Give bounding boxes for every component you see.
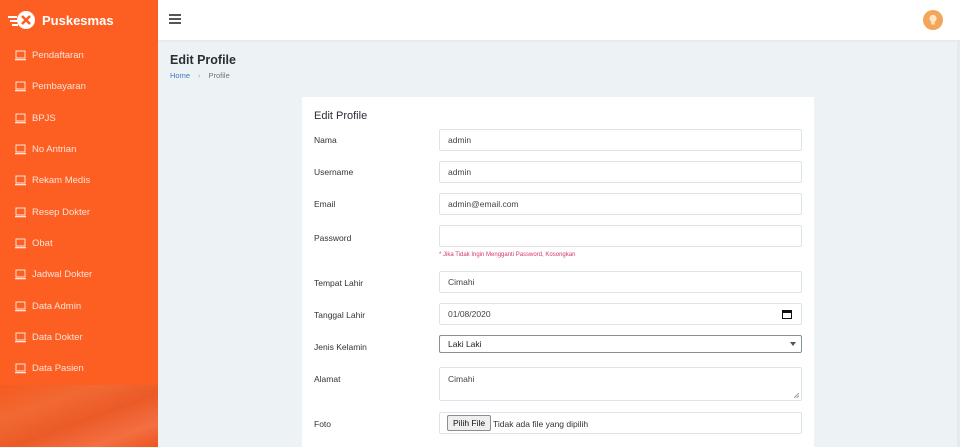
username-label: Username	[314, 167, 354, 177]
sidebar-item-label: Pendaftaran	[32, 50, 84, 62]
sidebar-item-label: Rekam Medis	[32, 175, 91, 187]
email-input[interactable]: admin@email.com	[439, 193, 802, 215]
sidebar: Puskesmas Pendaftaran Pembayaran BPJS No…	[0, 0, 158, 447]
sidebar-item-label: Resep Dokter	[32, 206, 91, 218]
monitor-icon	[15, 332, 26, 343]
sidebar-item-rekam-medis[interactable]: Rekam Medis	[0, 165, 158, 196]
breadcrumb-separator-icon: ›	[198, 71, 201, 80]
jenis-kelamin-label: Jenis Kelamin	[314, 342, 367, 352]
password-hint: * Jika Tidak Ingin Mengganti Password, K…	[439, 252, 576, 258]
brand[interactable]: Puskesmas	[0, 0, 158, 40]
sidebar-item-pembayaran[interactable]: Pembayaran	[0, 71, 158, 102]
sidebar-item-jadwal-dokter[interactable]: Jadwal Dokter	[0, 259, 158, 290]
sidebar-item-label: Data Dokter	[32, 331, 83, 343]
sidebar-item-obat[interactable]: Obat	[0, 228, 158, 259]
monitor-icon	[15, 144, 26, 155]
tempat-lahir-input[interactable]: Cimahi	[439, 271, 802, 293]
menu-toggle-icon[interactable]	[169, 14, 181, 24]
alamat-textarea[interactable]: Cimahi	[439, 367, 802, 401]
sidebar-item-label: BPJS	[32, 112, 56, 124]
alamat-value: Cimahi	[448, 374, 475, 384]
email-label: Email	[314, 199, 336, 209]
chevron-down-icon	[790, 342, 796, 346]
logo-icon	[8, 11, 35, 29]
avatar[interactable]	[923, 10, 943, 30]
topbar	[158, 0, 960, 40]
sidebar-item-data-pasien[interactable]: Data Pasien	[0, 353, 158, 384]
monitor-icon	[15, 113, 26, 124]
monitor-icon	[15, 238, 26, 249]
foto-label: Foto	[314, 419, 332, 429]
sidebar-item-label: Data Admin	[32, 300, 82, 312]
lightbulb-icon	[929, 14, 937, 25]
resize-handle-icon[interactable]	[794, 393, 799, 398]
sidebar-item-pendaftaran[interactable]: Pendaftaran	[0, 40, 158, 71]
nama-label: Nama	[314, 135, 337, 145]
sidebar-item-no-antrian[interactable]: No Antrian	[0, 134, 158, 165]
sidebar-item-label: No Antrian	[32, 144, 77, 156]
monitor-icon	[15, 363, 26, 374]
calendar-icon[interactable]	[782, 309, 792, 319]
sidebar-item-data-admin[interactable]: Data Admin	[0, 290, 158, 321]
choose-file-button[interactable]: Pilih File	[447, 415, 492, 431]
jenis-kelamin-select[interactable]: Laki Laki	[439, 335, 802, 353]
monitor-icon	[15, 269, 26, 280]
password-input[interactable]	[439, 225, 802, 247]
nama-input[interactable]: admin	[439, 129, 802, 151]
sidebar-item-label: Jadwal Dokter	[32, 269, 93, 281]
sidebar-item-label: Data Pasien	[32, 363, 84, 375]
sidebar-item-resep-dokter[interactable]: Resep Dokter	[0, 196, 158, 227]
card-title: Edit Profile	[314, 110, 368, 122]
sidebar-item-data-dokter[interactable]: Data Dokter	[0, 322, 158, 353]
username-input[interactable]: admin	[439, 161, 802, 183]
jenis-kelamin-value: Laki Laki	[448, 339, 482, 349]
monitor-icon	[15, 175, 26, 186]
monitor-icon	[15, 301, 26, 311]
sidebar-item-label: Pembayaran	[32, 81, 86, 93]
sidebar-item-bpjs[interactable]: BPJS	[0, 103, 158, 134]
tanggal-lahir-value: 01/08/2020	[448, 309, 491, 319]
monitor-icon	[15, 207, 26, 217]
alamat-label: Alamat	[314, 374, 341, 384]
tanggal-lahir-input[interactable]: 01/08/2020	[439, 303, 802, 325]
tanggal-lahir-label: Tanggal Lahir	[314, 310, 366, 320]
breadcrumb: Home › Profile	[170, 71, 230, 80]
brand-name: Puskesmas	[42, 12, 114, 28]
breadcrumb-home-link[interactable]: Home	[170, 71, 190, 80]
monitor-icon	[15, 81, 26, 92]
tempat-lahir-label: Tempat Lahir	[314, 278, 364, 288]
page-title: Edit Profile	[170, 53, 236, 67]
file-status-text: Tidak ada file yang dipilih	[493, 419, 589, 429]
password-label: Password	[314, 233, 352, 243]
sidebar-item-label: Obat	[32, 237, 53, 249]
monitor-icon	[15, 50, 26, 61]
sidebar-menu: Pendaftaran Pembayaran BPJS No Antrian R…	[0, 40, 158, 384]
breadcrumb-current: Profile	[208, 71, 230, 80]
edit-profile-card: Edit Profile Nama admin Username admin E…	[302, 97, 814, 447]
